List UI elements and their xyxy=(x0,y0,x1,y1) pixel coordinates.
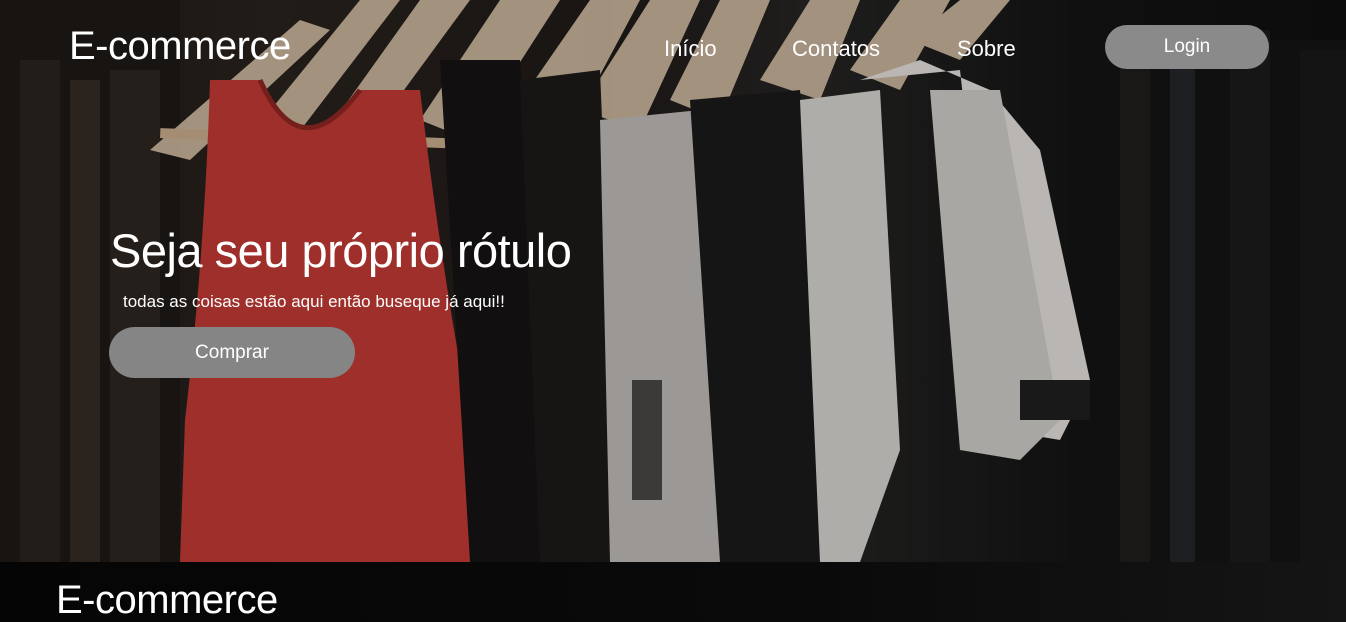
nav-link-inicio[interactable]: Início xyxy=(664,36,717,62)
hero-headline: Seja seu próprio rótulo xyxy=(110,224,572,277)
footer: E-commerce xyxy=(0,562,1346,622)
nav-link-contatos[interactable]: Contatos xyxy=(792,36,880,62)
hero-subline: todas as coisas estão aqui então buseque… xyxy=(123,292,505,311)
hero-overlay xyxy=(0,0,1346,562)
buy-button[interactable]: Comprar xyxy=(109,327,355,378)
login-button[interactable]: Login xyxy=(1105,25,1269,69)
nav-link-sobre[interactable]: Sobre xyxy=(957,36,1016,62)
footer-logo: E-commerce xyxy=(56,578,278,622)
hero-banner: E-commerce Início Contatos Sobre Login S… xyxy=(0,0,1346,562)
